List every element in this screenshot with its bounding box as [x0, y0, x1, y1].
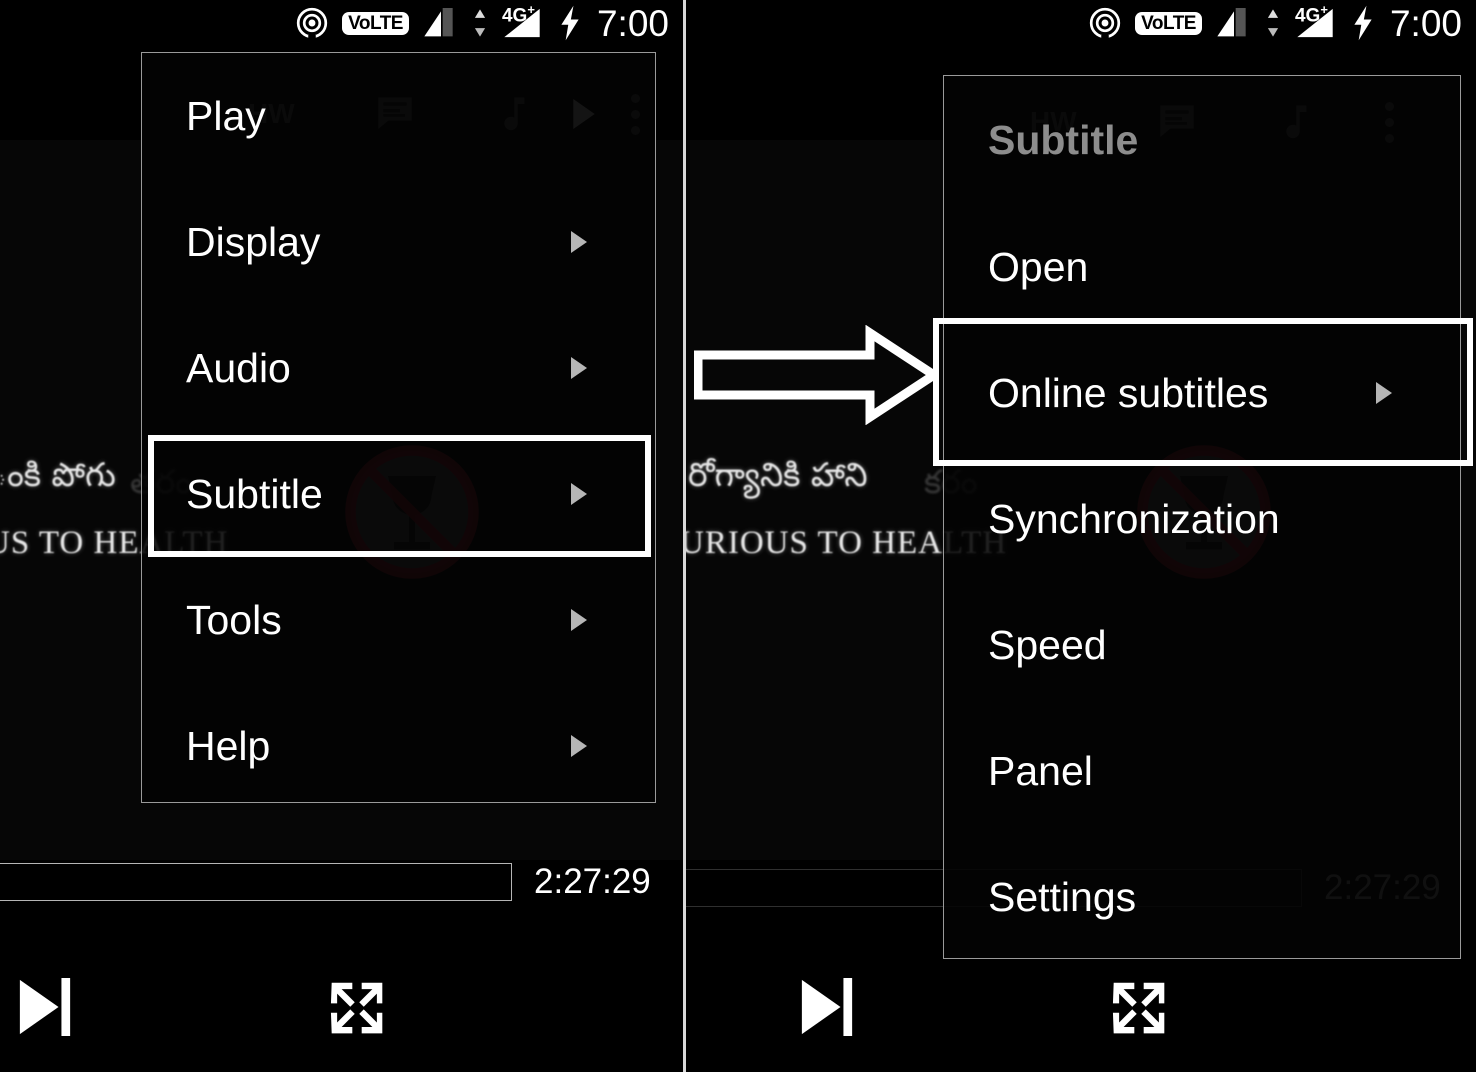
- status-bar-left: VoLTE 4G+ 7:00: [0, 0, 683, 46]
- bottom-controls-right: [686, 942, 1476, 1072]
- menu-item-label: Audio: [186, 344, 291, 391]
- volte-icon: VoLTE: [342, 11, 409, 35]
- data-arrows-icon: [473, 6, 487, 40]
- seek-bar-left[interactable]: [0, 863, 512, 901]
- fullscreen-expand-icon[interactable]: [1109, 978, 1169, 1038]
- chevron-right-icon: [571, 357, 587, 379]
- right-screenshot-pane: రోగ్యానికి హాని కరం URIOUS TO HEALTH HW: [686, 0, 1476, 1072]
- menu-item-label: Display: [186, 218, 321, 265]
- bottom-controls-left: [0, 942, 683, 1072]
- menu-item-tools[interactable]: Tools: [142, 557, 655, 683]
- data-arrows-icon: [1266, 6, 1280, 40]
- fullscreen-expand-icon[interactable]: [327, 978, 387, 1038]
- hotspot-icon: [1087, 5, 1123, 41]
- menu-item-synchronization[interactable]: Synchronization: [944, 456, 1460, 582]
- charging-bolt-icon: [557, 4, 583, 42]
- network-superscript: +: [1320, 2, 1328, 17]
- hotspot-icon: [294, 5, 330, 41]
- chevron-right-icon: [571, 231, 587, 253]
- next-track-icon[interactable]: [798, 976, 856, 1038]
- menu-item-speed[interactable]: Speed: [944, 582, 1460, 708]
- seek-row-left: 2:27:29: [0, 862, 666, 902]
- menu-item-settings[interactable]: Settings: [944, 834, 1460, 960]
- charging-bolt-icon: [1350, 4, 1376, 42]
- current-time-left: 2:27:29: [534, 862, 651, 901]
- menu-item-label: Settings: [988, 873, 1137, 920]
- menu-item-label: Panel: [988, 747, 1093, 794]
- pane-divider: [683, 0, 686, 1072]
- menu-item-label: Subtitle: [186, 470, 323, 517]
- menu-item-online-subtitles[interactable]: Online subtitles: [944, 330, 1460, 456]
- screenshot-stage: ంకి పోగు తరం US TO HEALTH HW: [0, 0, 1476, 1072]
- menu-item-label: Speed: [988, 621, 1107, 668]
- status-clock-right: 7:00: [1389, 2, 1462, 44]
- signal-bars-icon: [1214, 6, 1254, 40]
- menu-item-label: Open: [988, 243, 1089, 290]
- right-arrow-annotation: [694, 325, 938, 425]
- submenu-header-label: Subtitle: [988, 116, 1139, 163]
- menu-item-label: Play: [186, 92, 266, 139]
- menu-item-label: Help: [186, 722, 271, 769]
- chevron-right-icon: [571, 483, 587, 505]
- network-label: 4G: [501, 5, 528, 27]
- submenu-header-subtitle: Subtitle: [944, 76, 1460, 204]
- volte-label: VoLTE: [1141, 12, 1196, 34]
- next-track-icon[interactable]: [16, 976, 74, 1038]
- network-label: 4G: [1294, 5, 1321, 27]
- menu-item-audio[interactable]: Audio: [142, 305, 655, 431]
- signal-bars-icon: [421, 6, 461, 40]
- menu-item-help[interactable]: Help: [142, 683, 655, 809]
- network-superscript: +: [527, 2, 535, 17]
- menu-item-display[interactable]: Display: [142, 179, 655, 305]
- chevron-right-icon: [571, 735, 587, 757]
- status-clock-left: 7:00: [596, 2, 669, 44]
- network-4gplus-icon: 4G+: [1292, 2, 1338, 41]
- main-menu-left: Play Display Audio Subtitle Tools Help: [141, 52, 656, 803]
- chevron-right-icon: [571, 609, 587, 631]
- subtitle-submenu-right: Subtitle Open Online subtitles Synchroni…: [943, 75, 1461, 959]
- video-subtitle-telugu-left: ంకి పోగు: [0, 455, 116, 494]
- left-screenshot-pane: ంకి పోగు తరం US TO HEALTH HW: [0, 0, 683, 1072]
- volte-label: VoLTE: [348, 12, 403, 34]
- menu-item-subtitle[interactable]: Subtitle: [142, 431, 655, 557]
- chevron-right-icon: [1376, 382, 1392, 404]
- status-bar-right: VoLTE 4G+ 7:00: [686, 0, 1476, 46]
- volte-icon: VoLTE: [1135, 11, 1202, 35]
- menu-item-panel[interactable]: Panel: [944, 708, 1460, 834]
- video-subtitle-telugu-right: రోగ్యానికి హాని: [688, 455, 868, 494]
- menu-item-label: Synchronization: [988, 495, 1280, 542]
- menu-item-label: Online subtitles: [988, 369, 1269, 416]
- menu-item-label: Tools: [186, 596, 282, 643]
- menu-item-open[interactable]: Open: [944, 204, 1460, 330]
- menu-item-play[interactable]: Play: [142, 53, 655, 179]
- network-4gplus-icon: 4G+: [499, 2, 545, 41]
